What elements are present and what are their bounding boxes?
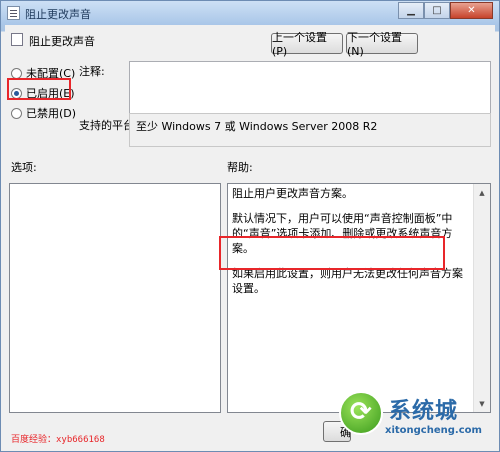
previous-setting-button[interactable]: 上一个设置(P): [271, 31, 343, 58]
dialog-body: 阻止更改声音 上一个设置(P) 下一个设置(N) 未配置(C) 已启用(E) 已…: [5, 25, 495, 449]
radio-circle[interactable]: [11, 67, 22, 79]
watermark-logo-icon: [339, 391, 383, 435]
site-watermark: 系统城 xitongcheng.com: [331, 385, 491, 447]
radio-circle[interactable]: [11, 107, 22, 119]
help-highlight-box: [219, 236, 445, 270]
platform-value: 至少 Windows 7 或 Windows Server 2008 R2: [129, 113, 491, 147]
title-bar[interactable]: 阻止更改声音 ▁ □ ✕: [1, 1, 499, 25]
policy-dialog-window: 阻止更改声音 ▁ □ ✕ 阻止更改声音 上一个设置(P) 下一个设置(N) 未配…: [0, 0, 500, 452]
setting-icon: [11, 33, 23, 46]
watermark-name: 系统城: [389, 398, 459, 424]
close-button[interactable]: ✕: [450, 2, 493, 19]
radio-label: 已禁用(D): [26, 107, 77, 120]
comment-textarea[interactable]: [129, 61, 491, 115]
comment-label: 注释:: [79, 65, 105, 78]
caption-buttons: ▁ □ ✕: [398, 2, 493, 20]
minimize-button[interactable]: ▁: [398, 2, 424, 19]
radio-disabled[interactable]: 已禁用(D): [11, 105, 76, 121]
next-setting-button[interactable]: 下一个设置(N): [346, 31, 418, 58]
scroll-up-arrow-icon[interactable]: ▲: [474, 184, 490, 201]
policy-icon: [7, 6, 20, 20]
credit-text: 百度经验：xyb666168: [11, 435, 105, 445]
maximize-button[interactable]: □: [424, 2, 450, 19]
enabled-highlight-box: [7, 78, 71, 100]
options-panel: [9, 183, 221, 413]
policy-name: 阻止更改声音: [29, 35, 95, 48]
help-label: 帮助:: [227, 161, 253, 174]
window-title: 阻止更改声音: [25, 8, 91, 21]
help-paragraph: 阻止用户更改声音方案。: [232, 187, 353, 200]
help-panel: 阻止用户更改声音方案。 默认情况下，用户可以使用“声音控制面板”中的“声音”选项…: [227, 183, 491, 413]
help-scrollbar[interactable]: ▲ ▼: [473, 184, 490, 412]
options-label: 选项:: [11, 161, 37, 174]
watermark-url: xitongcheng.com: [385, 425, 482, 436]
help-paragraph: 如果启用此设置，则用户无法更改任何声音方案设置。: [232, 267, 463, 295]
